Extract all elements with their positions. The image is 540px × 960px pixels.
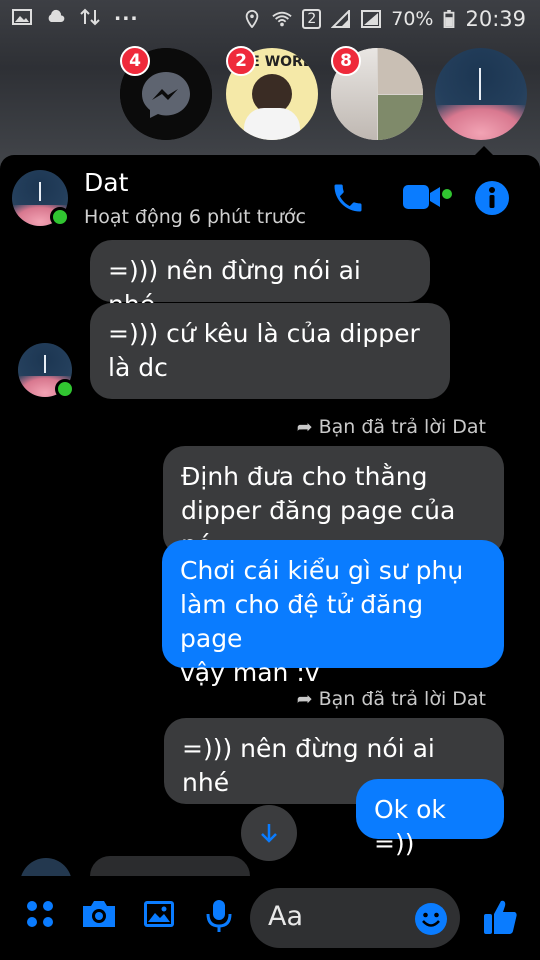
overflow-dots: ... (114, 3, 139, 25)
reply-arrow-icon: ➦ (296, 688, 319, 710)
reply-note: ➦ Bạn đã trả lời Dat (297, 416, 486, 438)
image-notification-icon (12, 9, 32, 25)
data-transfer-icon (80, 8, 100, 26)
camera-icon[interactable] (80, 898, 118, 930)
clock: 20:39 (465, 7, 526, 31)
info-icon[interactable] (474, 180, 510, 216)
emoji-icon[interactable] (414, 902, 448, 936)
chat-head-dat[interactable] (435, 48, 527, 140)
reply-arrow-icon: ➦ (296, 416, 319, 438)
group-photo-money (378, 95, 423, 140)
online-indicator (50, 207, 70, 227)
arrow-down-icon (261, 824, 277, 843)
location-icon (246, 10, 259, 28)
scroll-to-bottom-button[interactable] (241, 805, 297, 861)
message-bubble-received[interactable]: =))) nên đừng nói ai nhé (90, 240, 430, 319)
wifi-icon (272, 11, 292, 27)
video-icon[interactable] (402, 182, 442, 212)
apps-icon[interactable] (24, 898, 56, 930)
message-input-placeholder[interactable]: Aa (268, 901, 303, 932)
battery-percent: 70% (391, 8, 434, 30)
phone-icon[interactable] (330, 180, 366, 216)
chat-head-badge: 2 (226, 46, 256, 76)
gallery-icon[interactable] (142, 898, 176, 930)
message-bubble-sent[interactable]: Ok ok =)) (356, 779, 504, 858)
reply-note: ➦ Bạn đã trả lời Dat (297, 688, 486, 710)
video-online-indicator (442, 189, 452, 199)
sim-icon: 2 (302, 9, 322, 29)
like-icon[interactable] (482, 898, 518, 936)
cloud-icon (48, 9, 65, 22)
person-photo-body (244, 108, 300, 140)
reply-note-text: Bạn đã trả lời Dat (318, 416, 486, 438)
reply-note-text: Bạn đã trả lời Dat (318, 688, 486, 710)
chat-head-badge: 4 (120, 46, 150, 76)
contact-name[interactable]: Dat (84, 168, 128, 197)
active-status: Hoạt động 6 phút trước (84, 206, 307, 228)
online-indicator (55, 379, 75, 399)
group-photo-cat (378, 48, 423, 94)
battery-icon (444, 10, 455, 28)
message-bubble-received[interactable]: =))) cứ kêu là của dipper là dc (90, 303, 450, 399)
chat-head-badge: 8 (331, 46, 361, 76)
status-bar: ... 2 70% 20:39 (0, 0, 540, 38)
message-bubble-sent[interactable]: Chơi cái kiểu gì sư phụ làm cho đệ tử đă… (162, 540, 504, 687)
mic-icon[interactable] (204, 898, 234, 934)
signal-icon-2 (361, 10, 382, 28)
signal-icon (331, 10, 351, 28)
